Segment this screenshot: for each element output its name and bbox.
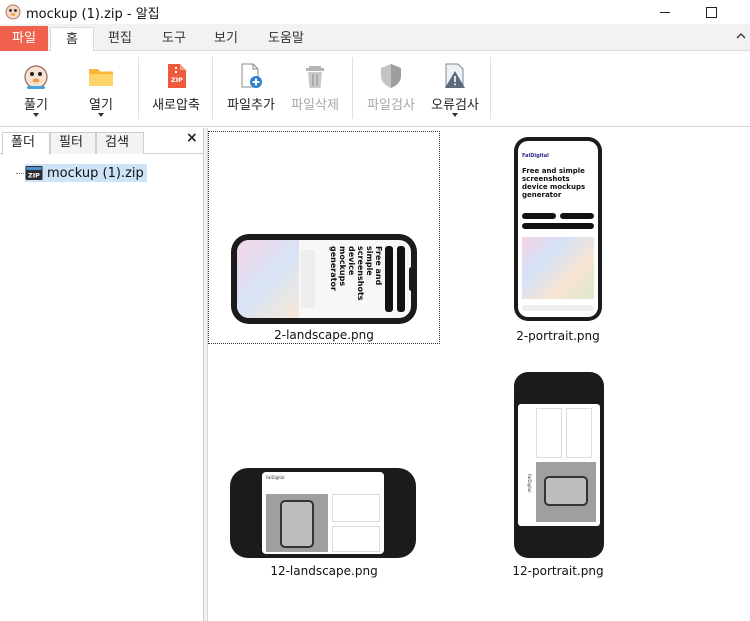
portrait-thumbnail: FalDigital Free and simple screenshots d… xyxy=(514,137,602,321)
tree-selection[interactable]: ZIP mockup (1).zip xyxy=(25,164,147,182)
new-archive-label: 새로압축 xyxy=(152,98,200,113)
file-item[interactable]: FalDigital 12-portrait.png xyxy=(498,370,618,583)
open-button[interactable]: 열기 xyxy=(70,51,132,127)
tab-home[interactable]: 홈 xyxy=(50,27,94,52)
tab-folder[interactable]: 폴더 xyxy=(2,132,50,155)
new-archive-button[interactable]: ZIP 새로압축 xyxy=(146,51,206,127)
extract-mascot-icon xyxy=(24,65,48,89)
chevron-down-icon[interactable] xyxy=(33,113,39,117)
tab-edit[interactable]: 편집 xyxy=(98,27,142,51)
ribbon-separator xyxy=(138,57,139,119)
file-name: 12-portrait.png xyxy=(512,564,604,578)
notch xyxy=(409,267,414,291)
tab-filter[interactable]: 필터 xyxy=(50,132,96,154)
thumbnail-button xyxy=(522,213,556,219)
maximize-button[interactable] xyxy=(688,0,734,24)
phone-outline xyxy=(544,476,588,506)
minimize-button[interactable] xyxy=(642,0,688,24)
thumbnail-brand: FalDigital xyxy=(522,153,549,159)
chevron-down-icon[interactable] xyxy=(98,113,104,117)
menu-bar: 파일 홈 편집 도구 보기 도움말 xyxy=(0,24,750,52)
landscape-thumbnail: FalDigital xyxy=(230,468,416,558)
thumbnail-button xyxy=(385,246,393,312)
tab-tools[interactable]: 도구 xyxy=(150,27,198,51)
file-grid: Free and simple screenshots device mocku… xyxy=(208,128,750,621)
thumbnail-card xyxy=(332,494,380,522)
file-item[interactable]: FalDigital Free and simple screenshots d… xyxy=(498,131,618,344)
zip-file-icon: ZIP xyxy=(168,64,186,88)
file-name: 2-landscape.png xyxy=(274,328,374,342)
ribbon-separator xyxy=(212,57,213,119)
tree-item-label: mockup (1).zip xyxy=(47,165,144,181)
file-name: 2-portrait.png xyxy=(516,329,600,343)
window-title: mockup (1).zip - 알집 xyxy=(26,7,160,22)
thumbnail-screen: Free and simple screenshots device mocku… xyxy=(237,240,411,318)
portrait-thumbnail: FalDigital xyxy=(514,372,604,558)
chevron-up-icon[interactable] xyxy=(736,31,746,41)
landscape-thumbnail: Free and simple screenshots device mocku… xyxy=(231,234,417,324)
scan-file-label: 파일검사 xyxy=(367,98,415,113)
add-file-icon xyxy=(241,63,262,88)
ribbon-separator xyxy=(352,57,353,119)
thumbnail-screen: FalDigital xyxy=(262,472,384,554)
thumbnail-headline: Free and simple screenshots device mocku… xyxy=(522,167,586,199)
thumbnail-card xyxy=(332,526,380,552)
file-item[interactable]: FalDigital 12-landscape.png xyxy=(208,458,440,583)
extract-button[interactable]: 풀기 xyxy=(6,51,66,127)
scan-file-button[interactable]: 파일검사 xyxy=(360,51,422,127)
error-check-button[interactable]: 오류검사 xyxy=(424,51,486,127)
tab-help[interactable]: 도움말 xyxy=(260,27,312,51)
zip-badge-text: ZIP xyxy=(28,172,40,180)
file-name: 12-landscape.png xyxy=(270,564,378,578)
thumbnail-sidebar xyxy=(301,250,315,308)
delete-file-button[interactable]: 파일삭제 xyxy=(284,51,346,127)
file-item[interactable]: Free and simple screenshots device mocku… xyxy=(208,131,440,344)
close-icon[interactable]: × xyxy=(186,130,198,146)
minimize-icon xyxy=(660,11,670,13)
folder-panel: 폴더 필터 검색 × ZIP mockup (1).zip xyxy=(0,128,204,621)
thumbnail-card xyxy=(566,408,592,458)
maximize-icon xyxy=(705,6,717,18)
tab-search[interactable]: 검색 xyxy=(96,132,144,154)
extract-label: 풀기 xyxy=(24,98,48,113)
thumbnail-urlbar xyxy=(522,305,594,311)
trash-icon xyxy=(306,66,324,88)
panel-tabs: 폴더 필터 검색 xyxy=(0,132,204,155)
folder-icon xyxy=(89,69,113,86)
thumbnail-screen: FalDigital Free and simple screenshots d… xyxy=(518,141,598,317)
svg-text:ZIP: ZIP xyxy=(171,76,183,84)
zip-archive-icon: ZIP xyxy=(25,166,43,180)
gradient-tiles-image xyxy=(237,240,299,318)
shield-icon xyxy=(381,64,401,88)
title-bar: mockup (1).zip - 알집 xyxy=(0,0,750,24)
add-file-button[interactable]: 파일추가 xyxy=(220,51,282,127)
open-label: 열기 xyxy=(89,98,113,113)
ribbon-toolbar: 풀기 열기 ZIP 새로압축 파일추가 파일삭제 파일검사 오류검사 xyxy=(0,51,750,127)
thumbnail-button xyxy=(560,213,594,219)
ribbon-separator xyxy=(490,57,491,119)
tab-view[interactable]: 보기 xyxy=(202,27,250,51)
phone-outline xyxy=(280,500,314,548)
thumbnail-brand: FalDigital xyxy=(527,474,532,493)
tab-file[interactable]: 파일 xyxy=(0,26,48,51)
gradient-tiles-image xyxy=(522,237,594,299)
add-file-label: 파일추가 xyxy=(227,98,275,113)
thumbnail-headline: Free and simple screenshots device mocku… xyxy=(329,246,383,301)
thumbnail-button xyxy=(397,246,405,312)
alzip-mascot-icon xyxy=(5,4,21,20)
delete-file-label: 파일삭제 xyxy=(291,98,339,113)
tree-item-archive[interactable]: ZIP mockup (1).zip xyxy=(16,164,147,182)
warning-file-icon xyxy=(445,63,465,88)
thumbnail-button xyxy=(522,223,594,229)
error-check-label: 오류검사 xyxy=(431,98,479,113)
chevron-down-icon[interactable] xyxy=(452,113,458,117)
tree-connector xyxy=(16,172,24,174)
thumbnail-screen: FalDigital xyxy=(518,404,600,526)
thumbnail-gray-area xyxy=(266,494,328,552)
thumbnail-card xyxy=(536,408,562,458)
thumbnail-gray-area xyxy=(536,462,596,522)
thumbnail-brand: FalDigital xyxy=(266,475,285,480)
